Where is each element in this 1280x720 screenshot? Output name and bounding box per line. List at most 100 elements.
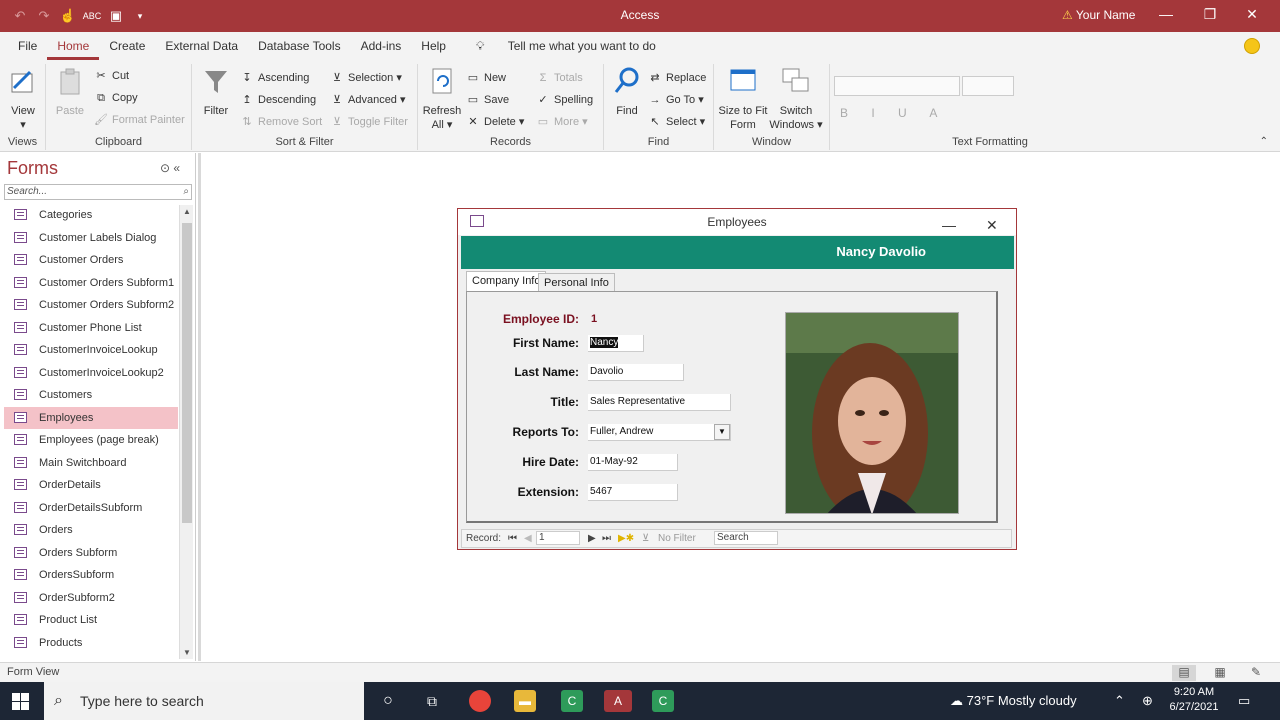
scroll-thumb[interactable] [182, 223, 192, 523]
tab-personal-info[interactable]: Personal Info [538, 273, 615, 293]
nav-item[interactable]: Customer Orders Subform1 [4, 272, 178, 295]
view-button[interactable]: View ▾ [6, 66, 40, 132]
nav-item[interactable]: CustomerInvoiceLookup2 [4, 362, 178, 385]
nav-item[interactable]: Customer Orders Subform2 [4, 294, 178, 317]
ascending-button[interactable]: ↧ Ascending [240, 68, 309, 88]
tray-overflow-icon[interactable]: ⌃ [1114, 682, 1125, 720]
cut-button[interactable]: ✂ Cut [94, 66, 129, 86]
close-button[interactable]: ✕ [1232, 6, 1272, 23]
nav-item[interactable]: Orders Subform [4, 542, 178, 565]
nav-pane-title[interactable]: Forms [7, 158, 58, 179]
save-record-button[interactable]: ▭ Save [466, 90, 509, 110]
nav-item[interactable]: Employees (page break) [4, 429, 178, 452]
scroll-down-icon[interactable]: ▼ [180, 648, 194, 657]
next-record-icon[interactable]: ▶ [588, 533, 596, 544]
camtasia-recorder-icon[interactable]: C [652, 690, 674, 712]
hire-date-field[interactable]: 01-May-92 [588, 454, 678, 471]
tab-help[interactable]: Help [411, 32, 456, 60]
selection-button[interactable]: ⊻ Selection ▾ [330, 68, 402, 88]
remove-sort-button[interactable]: ⇅ Remove Sort [240, 112, 322, 132]
paste-button[interactable]: Paste [52, 66, 88, 118]
nav-search-input[interactable]: Search... ⌕ [4, 184, 192, 200]
new-record-button[interactable]: ▭ New [466, 68, 506, 88]
nav-scrollbar[interactable]: ▲ ▼ [179, 205, 193, 659]
nav-item[interactable]: OrdersSubform [4, 564, 178, 587]
network-icon[interactable]: ⊕ [1142, 682, 1153, 720]
nav-item[interactable]: Main Switchboard [4, 452, 178, 475]
notification-icon[interactable]: ▭ [1238, 682, 1250, 720]
totals-button[interactable]: Σ Totals [536, 68, 583, 88]
advanced-button[interactable]: ⊻ Advanced ▾ [330, 90, 406, 110]
nav-item[interactable]: CustomerInvoiceLookup [4, 339, 178, 362]
nav-splitter[interactable] [198, 153, 201, 661]
scroll-up-icon[interactable]: ▲ [180, 207, 194, 216]
reports-to-combo[interactable]: Fuller, Andrew ▼ [588, 424, 731, 441]
nav-menu-icon[interactable]: ⊙ [160, 161, 170, 175]
filter-button[interactable]: Filter [198, 66, 234, 118]
collapse-ribbon-icon[interactable]: ⌃ [1260, 136, 1268, 147]
nav-item[interactable]: Product List [4, 609, 178, 632]
tab-company-info[interactable]: Company Info [466, 271, 547, 293]
tab-file[interactable]: File [8, 32, 47, 60]
windows-start-icon[interactable] [12, 693, 29, 710]
access-taskbar-icon[interactable]: A [604, 690, 632, 712]
last-record-icon[interactable]: ⏭ [602, 533, 611, 544]
tab-external-data[interactable]: External Data [155, 32, 248, 60]
form-close-button[interactable]: ✕ [986, 212, 998, 238]
descending-button[interactable]: ↥ Descending [240, 90, 316, 110]
font-name-dropdown[interactable] [834, 76, 960, 96]
search-icon[interactable]: ⌕ [183, 185, 189, 199]
minimize-button[interactable]: — [1146, 6, 1186, 22]
format-painter-button[interactable]: 🖌︎ Format Painter [94, 110, 185, 130]
first-record-icon[interactable]: ⏮ [508, 533, 517, 544]
nav-item[interactable]: OrderSubform2 [4, 587, 178, 610]
current-record-input[interactable]: 1 [536, 531, 580, 545]
toggle-filter-button[interactable]: ⊻ Toggle Filter [330, 112, 408, 132]
switch-windows-button[interactable]: Switch Windows ▾ [768, 66, 824, 132]
shutter-bar-icon[interactable]: « [173, 161, 180, 175]
nav-item[interactable]: Customer Phone List [4, 317, 178, 340]
nav-item[interactable]: Customers [4, 384, 178, 407]
size-to-fit-button[interactable]: Size to Fit Form [718, 66, 768, 132]
find-button[interactable]: Find [610, 66, 644, 118]
nav-item[interactable]: Customer Orders [4, 249, 178, 272]
taskbar-search-box[interactable]: ⌕ Type here to search [44, 682, 364, 720]
tab-home[interactable]: Home [47, 32, 100, 60]
user-account[interactable]: ⚠ Your Name [1062, 8, 1135, 22]
form-minimize-button[interactable]: — [942, 212, 956, 238]
nav-item[interactable]: Products [4, 632, 178, 655]
nav-item[interactable]: Customer Labels Dialog [4, 227, 178, 250]
tab-database-tools[interactable]: Database Tools [248, 32, 351, 60]
form-view-icon[interactable]: ▤ [1172, 665, 1196, 681]
tell-me-box[interactable]: 💡︎ Tell me what you want to do [456, 32, 676, 60]
go-to-button[interactable]: → Go To ▾ [648, 90, 704, 110]
chrome-icon[interactable] [469, 690, 491, 712]
nav-item[interactable]: Categories [4, 204, 178, 227]
extension-field[interactable]: 5467 [588, 484, 678, 501]
copy-button[interactable]: ⧉ Copy [94, 88, 138, 108]
more-button[interactable]: ▭ More ▾ [536, 112, 588, 132]
file-explorer-icon[interactable]: ▬ [514, 690, 536, 712]
new-record-nav-icon[interactable]: ▶✱ [618, 533, 634, 544]
title-field[interactable]: Sales Representative [588, 394, 731, 411]
record-search-box[interactable]: Search [714, 531, 778, 545]
feedback-smiley-icon[interactable] [1244, 38, 1260, 54]
format-buttons[interactable]: B I U A [840, 106, 947, 120]
first-name-field[interactable]: Nancy [588, 335, 644, 352]
nav-item[interactable]: OrderDetailsSubform [4, 497, 178, 520]
delete-record-button[interactable]: ✕ Delete ▾ [466, 112, 524, 132]
chevron-down-icon[interactable]: ▼ [714, 424, 730, 440]
spelling-button[interactable]: ✓ Spelling [536, 90, 593, 110]
camtasia-icon[interactable]: C [561, 690, 583, 712]
task-view-icon[interactable]: ⧉ [421, 690, 443, 712]
tab-add-ins[interactable]: Add-ins [351, 32, 412, 60]
previous-record-icon[interactable]: ◀ [524, 533, 532, 544]
replace-button[interactable]: ⇄ Replace [648, 68, 706, 88]
font-size-dropdown[interactable] [962, 76, 1014, 96]
nav-item[interactable]: Employees [4, 406, 178, 429]
cortana-icon[interactable]: ○ [377, 690, 399, 712]
nav-item[interactable]: Orders [4, 519, 178, 542]
no-filter-indicator[interactable]: No Filter [658, 533, 696, 544]
refresh-all-button[interactable]: Refresh All ▾ [422, 66, 462, 132]
layout-view-icon[interactable]: ▦ [1208, 665, 1232, 681]
